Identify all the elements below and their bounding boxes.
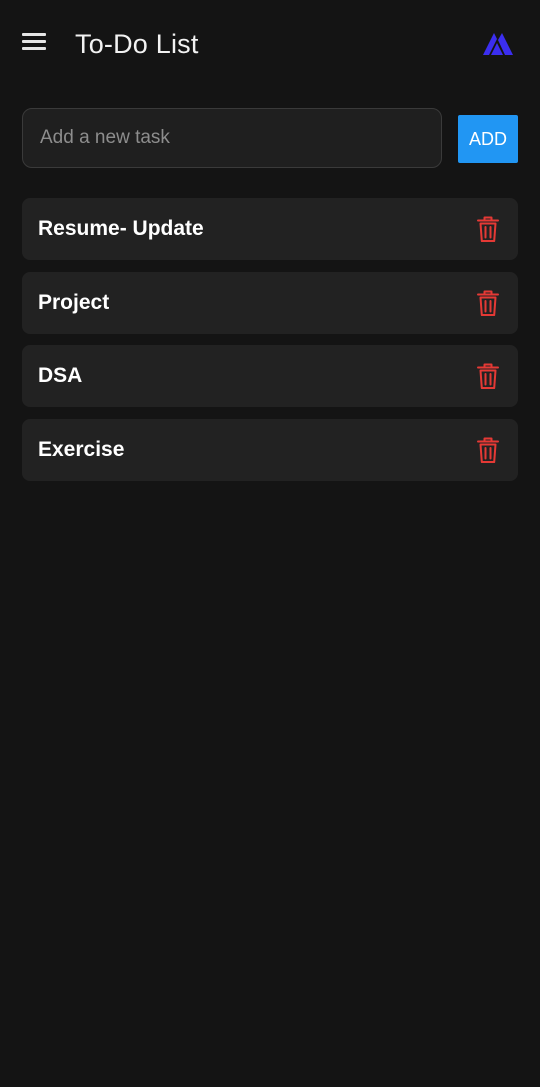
page-title: To-Do List [75, 29, 199, 59]
task-item[interactable]: DSA [22, 345, 518, 407]
todo-app: To-Do List ADD Resume- Update Pr [0, 0, 540, 1087]
task-label: Resume- Update [38, 217, 204, 240]
trash-icon[interactable] [476, 363, 500, 390]
new-task-input[interactable] [23, 109, 441, 167]
new-task-field [22, 108, 442, 168]
add-task-button[interactable]: ADD [458, 115, 518, 163]
task-list: Resume- Update Project DSA Exercise [22, 198, 518, 492]
task-label: Exercise [38, 437, 125, 461]
task-label: Project [38, 290, 110, 314]
mountain-logo-icon [483, 33, 513, 55]
trash-icon[interactable] [476, 216, 500, 243]
task-item[interactable]: Resume- Update [22, 198, 518, 260]
task-item[interactable]: Project [22, 271, 518, 334]
trash-icon[interactable] [476, 437, 500, 464]
task-label: DSA [38, 364, 83, 387]
trash-icon[interactable] [476, 290, 500, 317]
app-header: To-Do List [0, 0, 540, 86]
hamburger-menu-icon[interactable] [20, 31, 48, 53]
task-item[interactable]: Exercise [22, 418, 518, 481]
